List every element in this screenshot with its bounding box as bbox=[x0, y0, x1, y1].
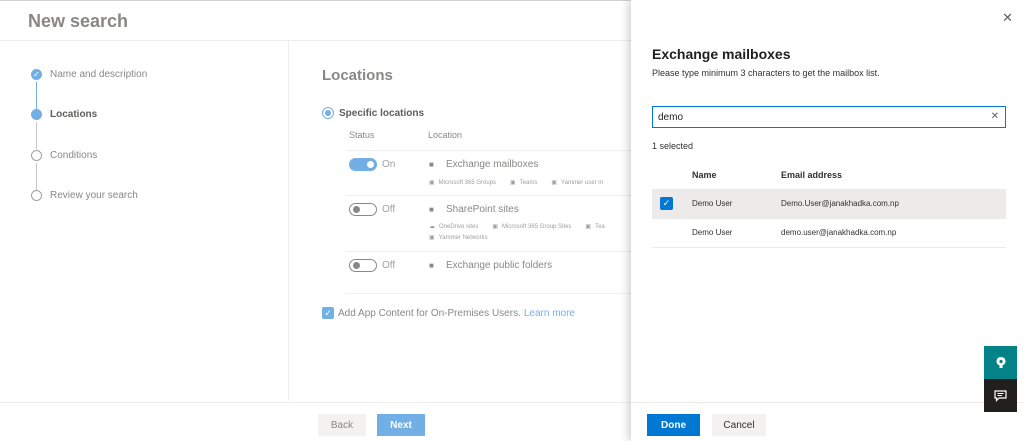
help-icon bbox=[996, 356, 1005, 368]
done-button[interactable]: Done bbox=[647, 414, 700, 436]
step-label: Review your search bbox=[50, 190, 138, 201]
table-row[interactable]: ✓ Demo User Demo.User@janakhadka.com.np bbox=[652, 190, 1006, 218]
specific-locations-radio[interactable]: Specific locations bbox=[322, 107, 424, 119]
step-name-and-description[interactable]: ✓ Name and description bbox=[31, 69, 147, 80]
next-button[interactable]: Next bbox=[377, 414, 425, 436]
step-label: Locations bbox=[50, 109, 98, 120]
sub-location: Microsoft 365 Groups bbox=[438, 179, 497, 186]
row-divider bbox=[652, 247, 1006, 248]
sub-location: Teams bbox=[519, 179, 538, 186]
sharepoint-sites-toggle[interactable] bbox=[349, 203, 377, 216]
location-name: Exchange public folders bbox=[446, 260, 553, 271]
cell-name: Demo User bbox=[692, 199, 733, 208]
step-conditions[interactable]: Conditions bbox=[31, 150, 97, 161]
mailbox-search-box: ✕ bbox=[652, 106, 1006, 128]
feedback-icon bbox=[994, 389, 1007, 402]
step-label: Conditions bbox=[50, 150, 98, 161]
teams-icon: ▣ bbox=[585, 224, 592, 230]
cancel-button[interactable]: Cancel bbox=[712, 414, 766, 436]
step-connector bbox=[36, 122, 37, 149]
clear-icon[interactable]: ✕ bbox=[991, 111, 999, 122]
row-checkbox-checked[interactable]: ✓ bbox=[660, 197, 673, 210]
row-divider bbox=[346, 293, 631, 294]
toggle-status: On bbox=[382, 159, 396, 170]
sub-locations: ▣ Microsoft 365 Groups ▣ Teams ▣ Yammer use… bbox=[429, 179, 604, 187]
cell-email: demo.user@janakhadka.com.np bbox=[781, 228, 897, 237]
exchange-mailboxes-toggle[interactable] bbox=[349, 158, 377, 171]
column-header-status: Status bbox=[349, 130, 375, 140]
location-sharepoint-sites: ■ SharePoint sites bbox=[429, 204, 519, 215]
exchange-icon: ■ bbox=[429, 160, 434, 169]
sub-location: Microsoft 365 Group Sites bbox=[502, 223, 572, 230]
column-header-name: Name bbox=[692, 170, 717, 180]
cell-email: Demo.User@janakhadka.com.np bbox=[781, 199, 899, 208]
sub-locations: ☁ OneDrive sites ▣ Microsoft 365 Group Sit… bbox=[429, 223, 605, 231]
exchange-mailboxes-panel: ✕ Exchange mailboxes Please type minimum… bbox=[631, 0, 1024, 441]
current-step-icon bbox=[31, 109, 42, 120]
cell-name: Demo User bbox=[692, 228, 733, 237]
sub-location: Tea bbox=[595, 223, 605, 230]
app-content-checkbox[interactable]: ✓ bbox=[322, 307, 334, 319]
yammer-icon: ▣ bbox=[429, 235, 435, 241]
sub-locations: ▣ Yammer Networks bbox=[429, 234, 488, 242]
help-button[interactable] bbox=[984, 346, 1017, 379]
step-review-your-search[interactable]: Review your search bbox=[31, 190, 138, 201]
toggle-status: Off bbox=[382, 260, 396, 271]
app-content-checkbox-row: ✓ Add App Content for On-Premises Users.… bbox=[322, 307, 575, 319]
groups-icon: ▣ bbox=[429, 180, 435, 186]
pending-step-icon bbox=[31, 190, 42, 201]
toggle-status: Off bbox=[382, 204, 396, 215]
step-connector bbox=[36, 82, 37, 109]
step-connector bbox=[36, 163, 37, 190]
panel-title: Exchange mailboxes bbox=[652, 46, 791, 62]
radio-label: Specific locations bbox=[339, 107, 425, 119]
location-name: SharePoint sites bbox=[446, 204, 519, 215]
back-button[interactable]: Back bbox=[318, 414, 366, 436]
row-divider bbox=[346, 150, 631, 151]
row-divider bbox=[346, 251, 631, 252]
table-row[interactable]: Demo User demo.user@janakhadka.com.np bbox=[652, 219, 1006, 247]
location-exchange-public-folders: ■ Exchange public folders bbox=[429, 260, 552, 271]
check-icon: ✓ bbox=[31, 69, 42, 80]
page-title: New search bbox=[28, 11, 129, 31]
step-locations[interactable]: Locations bbox=[31, 109, 97, 120]
learn-more-link[interactable]: Learn more bbox=[524, 308, 575, 319]
feedback-button[interactable] bbox=[984, 379, 1017, 412]
selected-count: 1 selected bbox=[652, 141, 694, 151]
sub-location: OneDrive sites bbox=[439, 223, 479, 230]
checkbox-label: Add App Content for On-Premises Users. bbox=[338, 307, 521, 319]
exchange-public-folders-toggle[interactable] bbox=[349, 259, 377, 272]
sub-location: Yammer user m bbox=[561, 179, 604, 186]
radio-selected-icon bbox=[322, 107, 334, 119]
footer-divider bbox=[0, 402, 631, 403]
panel-subtitle: Please type minimum 3 characters to get … bbox=[652, 68, 880, 78]
groups-icon: ▣ bbox=[492, 224, 499, 230]
pending-step-icon bbox=[31, 150, 42, 161]
teams-icon: ▣ bbox=[510, 180, 516, 186]
column-header-location: Location bbox=[428, 130, 463, 140]
section-title: Locations bbox=[322, 67, 393, 84]
sub-location: Yammer Networks bbox=[438, 234, 488, 241]
top-border bbox=[0, 0, 631, 1]
column-header-email: Email address bbox=[781, 170, 843, 180]
header-divider bbox=[0, 40, 631, 41]
step-label: Name and description bbox=[50, 69, 148, 80]
close-icon[interactable]: ✕ bbox=[1002, 10, 1013, 26]
location-name: Exchange mailboxes bbox=[446, 159, 539, 170]
yammer-icon: ▣ bbox=[551, 180, 558, 186]
location-exchange-mailboxes: ■ Exchange mailboxes bbox=[429, 159, 538, 170]
mailbox-search-input[interactable] bbox=[653, 107, 973, 128]
nav-divider bbox=[288, 41, 289, 401]
exchange-icon: ■ bbox=[429, 261, 434, 270]
onedrive-icon: ☁ bbox=[429, 224, 435, 230]
panel-footer-divider bbox=[631, 402, 1024, 403]
row-divider bbox=[346, 195, 631, 196]
sharepoint-icon: ■ bbox=[429, 205, 434, 214]
